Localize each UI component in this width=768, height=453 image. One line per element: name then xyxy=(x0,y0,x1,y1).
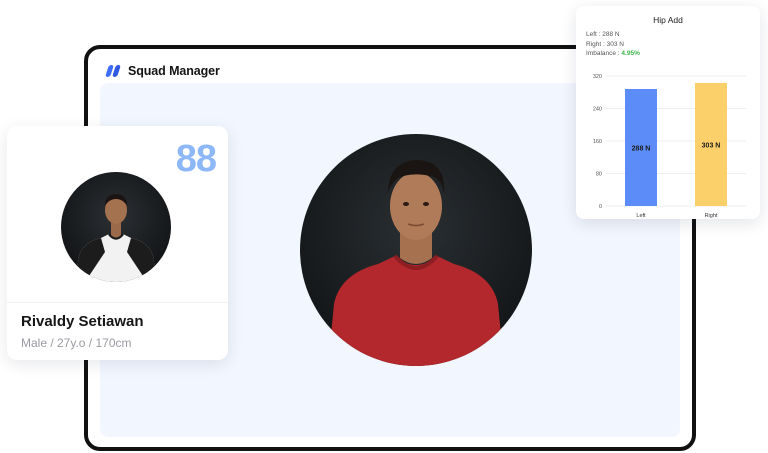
player-name: Rivaldy Setiawan xyxy=(21,313,144,330)
squad-manager-logo-icon xyxy=(105,64,124,78)
chart-title: Hip Add xyxy=(653,15,683,25)
y-tick-label: 80 xyxy=(596,172,602,178)
player-avatar-illustration xyxy=(75,194,157,282)
right-force-label: Right xyxy=(586,40,602,48)
left-force-value: 288 N xyxy=(602,31,620,38)
left-force-label: Left xyxy=(586,31,597,38)
right-force-value: 303 N xyxy=(606,40,624,48)
left-force-line: Left : 288 N xyxy=(586,31,620,38)
player-photo-large-illustration xyxy=(328,160,504,366)
landing-stage: Squad Manager 88 Rivaldy Setiawan Male /… xyxy=(0,0,768,453)
y-tick-label: 240 xyxy=(593,107,602,113)
y-tick-label: 0 xyxy=(599,204,602,210)
x-tick-label: Left xyxy=(636,213,646,219)
y-tick-label: 320 xyxy=(593,74,602,80)
y-tick-label: 160 xyxy=(593,139,602,145)
bar-data-label: 303 N xyxy=(702,142,721,149)
imbalance-value: 4.95% xyxy=(621,50,640,57)
player-meta: Male / 27y.o / 170cm xyxy=(21,336,132,350)
chart-summary: Left : 288 N Right : 303 N Imbalance : 4… xyxy=(586,30,640,59)
imbalance-line: Imbalance : 4.95% xyxy=(586,49,640,59)
right-force-line: Right : 303 N xyxy=(586,40,624,48)
x-tick-label: Right xyxy=(705,213,718,219)
card-divider xyxy=(7,302,228,303)
hip-add-chart-card[interactable]: 0 80 160 240 320 288 N Left 303 N Right Hip Add … xyxy=(576,6,760,219)
player-score: 88 xyxy=(175,138,217,180)
app-header: Squad Manager xyxy=(105,61,220,81)
player-avatar xyxy=(61,172,171,282)
imbalance-label: Imbalance : xyxy=(586,50,620,57)
app-title: Squad Manager xyxy=(128,64,220,78)
player-photo-large xyxy=(300,134,532,366)
bar-data-label: 288 N xyxy=(632,146,651,153)
player-profile-card[interactable]: 88 Rivaldy Setiawan Male / 27y.o / 170cm xyxy=(7,126,228,360)
